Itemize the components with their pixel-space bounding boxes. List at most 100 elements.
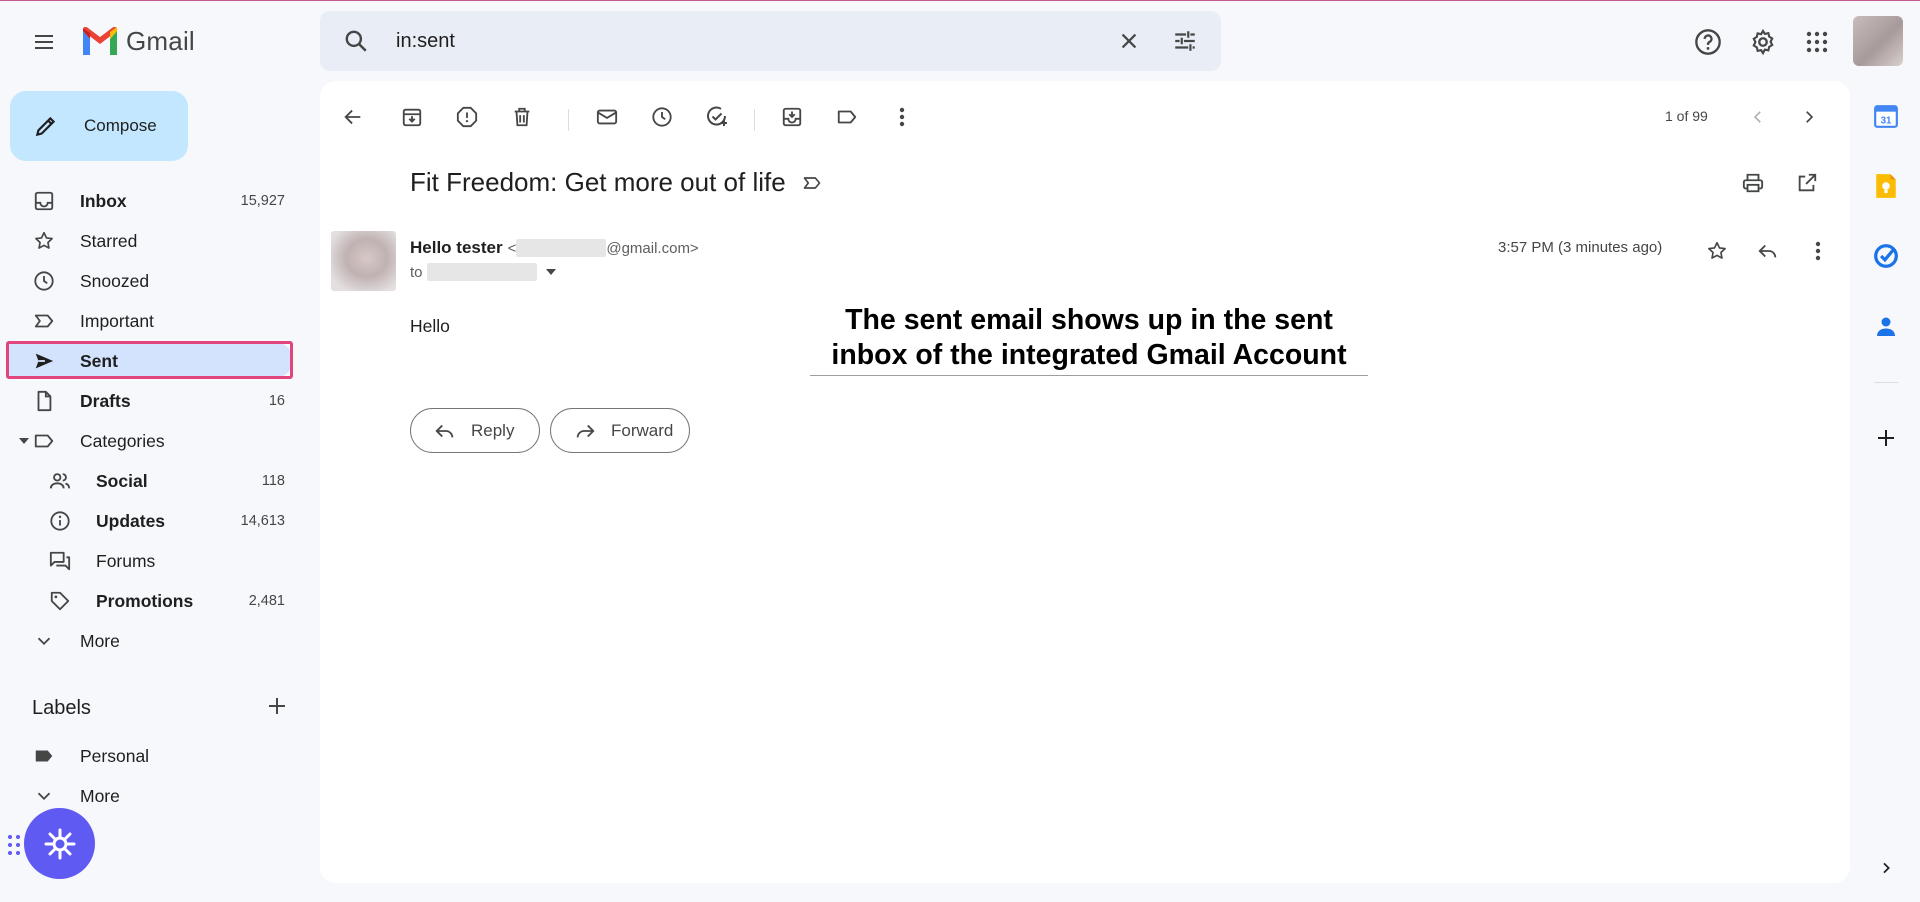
- reply-label: Reply: [471, 420, 515, 440]
- open-in-new-icon: [1798, 173, 1817, 192]
- send-icon: [32, 349, 56, 373]
- svg-text:31: 31: [1881, 116, 1892, 127]
- message-more-button[interactable]: [1798, 231, 1838, 271]
- important-marker[interactable]: [800, 171, 824, 195]
- sidebar-item-label: Categories: [80, 430, 165, 451]
- search-options-button[interactable]: [1171, 27, 1199, 55]
- rail-divider: [1874, 382, 1898, 383]
- draft-icon: [32, 389, 56, 413]
- compose-button[interactable]: Compose: [10, 91, 188, 161]
- sender-avatar[interactable]: [331, 231, 396, 291]
- message-body: Hello: [410, 316, 450, 336]
- compose-label: Compose: [84, 116, 157, 135]
- subject-text: Fit Freedom: Get more out of life: [410, 167, 786, 197]
- message-time: 3:57 PM (3 minutes ago): [1498, 239, 1663, 256]
- sidebar-item-inbox[interactable]: Inbox 15,927: [0, 181, 300, 221]
- clock-icon: [32, 269, 56, 293]
- open-new-window-button[interactable]: [1787, 163, 1827, 203]
- show-details-button[interactable]: [545, 266, 557, 278]
- caret-down-icon[interactable]: [18, 435, 30, 447]
- search-bar[interactable]: in:sent: [320, 11, 1221, 71]
- sidebar-item-updates[interactable]: Updates 14,613: [0, 501, 300, 541]
- create-label-button[interactable]: [264, 693, 290, 719]
- reply-button[interactable]: Reply: [410, 408, 540, 453]
- hide-side-panel-button[interactable]: [1870, 852, 1902, 884]
- older-button[interactable]: [1789, 97, 1829, 137]
- more-vert-icon: [899, 107, 905, 127]
- labels-header: Labels: [32, 697, 91, 719]
- archive-button[interactable]: [392, 97, 432, 137]
- sender-name[interactable]: Hello tester: [410, 238, 503, 258]
- message-pane: 1 of 99 Fit Freedom: Get more out of lif…: [320, 81, 1850, 883]
- inbox-icon: [32, 189, 56, 213]
- sidebar-item-count: 16: [268, 393, 285, 409]
- recipient-line: to: [410, 263, 557, 281]
- close-icon: [1121, 33, 1137, 49]
- move-to-icon: [782, 107, 802, 127]
- chevron-down-icon: [32, 629, 56, 653]
- sidebar-item-social[interactable]: Social 118: [0, 461, 300, 501]
- calendar-app-button[interactable]: 31: [1870, 100, 1902, 132]
- sidebar-item-starred[interactable]: Starred: [0, 221, 300, 261]
- sidebar-item-label: Sent: [80, 350, 118, 371]
- gmail-logo[interactable]: Gmail: [80, 26, 195, 57]
- tune-icon: [1175, 31, 1195, 51]
- add-to-tasks-button[interactable]: [697, 97, 737, 137]
- main-menu-button[interactable]: [24, 22, 64, 62]
- assistant-extension-button[interactable]: [24, 808, 95, 879]
- more-options-button[interactable]: [882, 97, 922, 137]
- search-input[interactable]: in:sent: [396, 30, 1115, 53]
- top-border-line: [0, 0, 1920, 1]
- star-button[interactable]: [1697, 231, 1737, 271]
- forum-icon: [48, 549, 72, 573]
- tasks-app-button[interactable]: [1870, 240, 1902, 272]
- mark-unread-button[interactable]: [587, 97, 627, 137]
- label-outline-icon: [837, 110, 857, 124]
- print-icon: [1742, 173, 1764, 193]
- clear-search-button[interactable]: [1115, 27, 1143, 55]
- settings-button[interactable]: [1743, 22, 1783, 62]
- calendar-icon: 31: [1874, 105, 1898, 128]
- important-icon: [32, 309, 56, 333]
- newer-button[interactable]: [1738, 97, 1778, 137]
- move-to-button[interactable]: [772, 97, 812, 137]
- report-spam-button[interactable]: [447, 97, 487, 137]
- sidebar-item-important[interactable]: Important: [0, 301, 300, 341]
- drag-handle-icon[interactable]: [7, 833, 21, 857]
- sidebar-item-promotions[interactable]: Promotions 2,481: [0, 581, 300, 621]
- sidebar-item-more[interactable]: More: [0, 621, 300, 661]
- contacts-app-button[interactable]: [1870, 310, 1902, 342]
- sidebar-item-sent[interactable]: Sent: [0, 341, 300, 381]
- sidebar-item-label: Promotions: [96, 590, 194, 611]
- label-item-personal[interactable]: Personal: [0, 736, 300, 776]
- sidebar-item-forums[interactable]: Forums: [0, 541, 300, 581]
- snooze-button[interactable]: [642, 97, 682, 137]
- sidebar-item-snoozed[interactable]: Snoozed: [0, 261, 300, 301]
- google-apps-button[interactable]: [1797, 22, 1837, 62]
- forward-icon: [573, 419, 597, 443]
- reply-icon: [1758, 244, 1777, 258]
- search-button[interactable]: [342, 27, 370, 55]
- reply-icon-button[interactable]: [1748, 231, 1788, 271]
- back-button[interactable]: [333, 97, 373, 137]
- delete-button[interactable]: [502, 97, 542, 137]
- forward-label: Forward: [611, 420, 674, 440]
- account-avatar[interactable]: [1853, 16, 1903, 66]
- sidebar-item-label: Snoozed: [80, 270, 150, 291]
- help-button[interactable]: [1688, 22, 1728, 62]
- forward-button[interactable]: Forward: [550, 408, 690, 453]
- add-task-icon: [707, 106, 727, 126]
- sidebar-item-categories[interactable]: Categories: [0, 421, 300, 461]
- sidebar-item-count: 118: [261, 473, 285, 489]
- print-button[interactable]: [1733, 163, 1773, 203]
- sidebar-item-drafts[interactable]: Drafts 16: [0, 381, 300, 421]
- sidebar-item-label: Inbox: [80, 190, 127, 211]
- get-addons-button[interactable]: [1870, 422, 1902, 454]
- labels-button[interactable]: [827, 97, 867, 137]
- clock-icon: [652, 107, 672, 127]
- gear-icon: [1752, 28, 1774, 56]
- keep-app-button[interactable]: [1870, 170, 1902, 202]
- info-icon: [48, 509, 72, 533]
- important-icon: [803, 176, 821, 189]
- archive-icon: [402, 108, 422, 127]
